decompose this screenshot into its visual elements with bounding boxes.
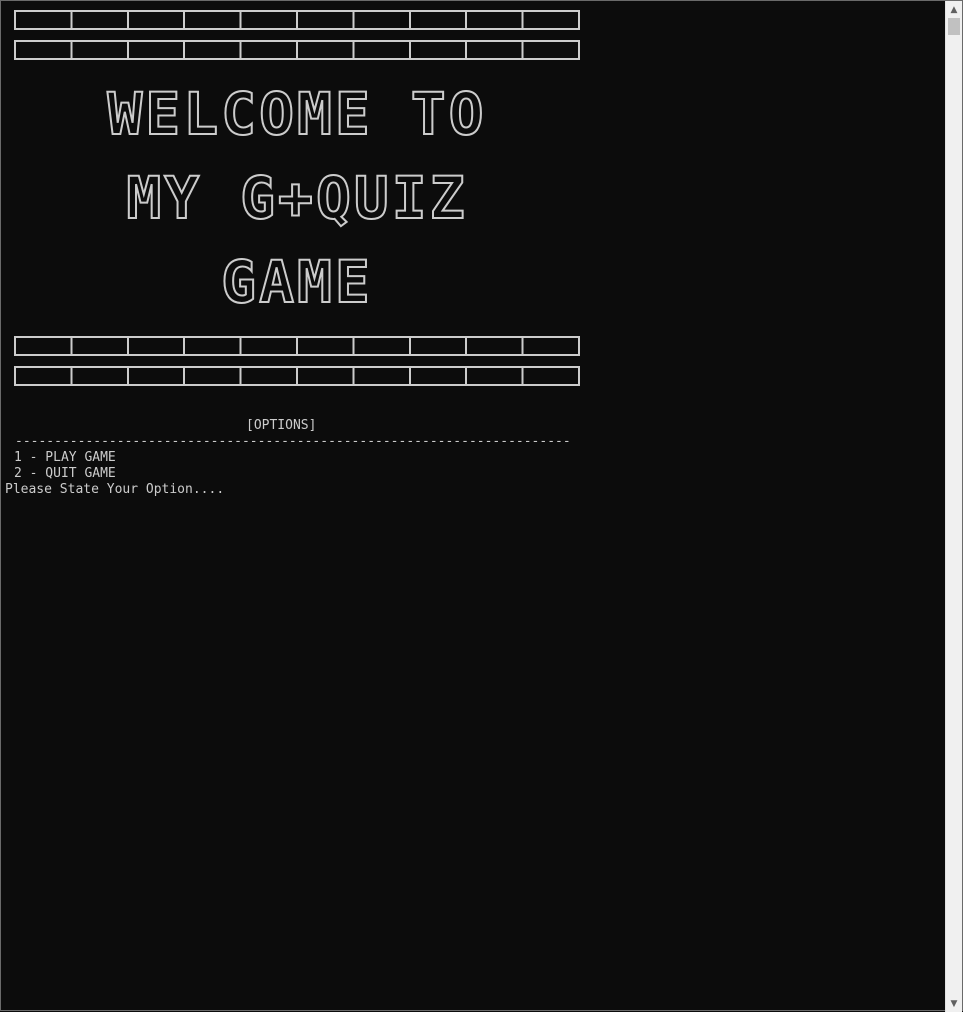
chevron-up-icon: ▲: [950, 4, 958, 15]
chevron-down-icon: ▼: [950, 998, 958, 1009]
scroll-thumb[interactable]: [948, 18, 960, 35]
input-prompt[interactable]: Please State Your Option....: [5, 482, 224, 498]
console-output[interactable]: WELCOME TO MY G+QUIZ GAME [OPTIONS] ----…: [2, 2, 946, 1010]
banner-title-line-1: WELCOME TO: [106, 80, 487, 148]
scroll-down-button[interactable]: ▼: [946, 995, 962, 1012]
banner-bar-row: [14, 40, 580, 60]
ascii-banner: WELCOME TO MY G+QUIZ GAME: [14, 10, 594, 386]
vertical-scrollbar[interactable]: ▲ ▼: [945, 1, 962, 1012]
banner-title: WELCOME TO MY G+QUIZ GAME: [14, 74, 580, 330]
options-divider: ----------------------------------------…: [15, 434, 571, 449]
options-header: [OPTIONS]: [246, 418, 317, 433]
scroll-up-button[interactable]: ▲: [946, 1, 962, 18]
console-window: WELCOME TO MY G+QUIZ GAME [OPTIONS] ----…: [0, 0, 963, 1012]
option-play-game: 1 - PLAY GAME: [14, 450, 116, 465]
banner-bar-row: [14, 336, 580, 356]
banner-title-line-2: MY G+QUIZ: [125, 164, 468, 232]
banner-bottom-border: [14, 336, 580, 386]
banner-top-border: [14, 10, 580, 60]
banner-bar-row: [14, 10, 580, 30]
banner-title-line-3: GAME: [220, 248, 373, 316]
banner-bar-row: [14, 366, 580, 386]
option-quit-game: 2 - QUIT GAME: [14, 466, 116, 481]
